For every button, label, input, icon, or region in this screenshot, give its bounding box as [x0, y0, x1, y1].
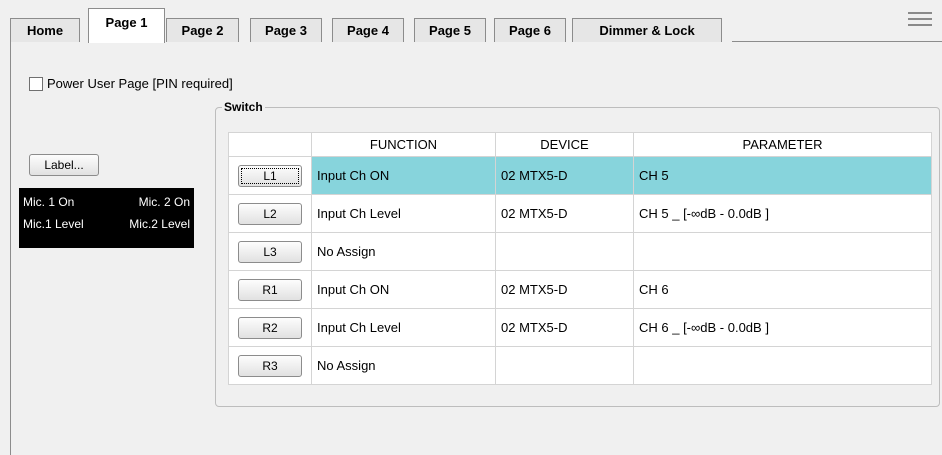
page-panel: Power User Page [PIN required] Label... …: [10, 42, 940, 455]
tab-home[interactable]: Home: [10, 18, 80, 42]
device-cell[interactable]: 02 MTX5-D: [495, 308, 634, 347]
table-header-row: FUNCTION DEVICE PARAMETER: [228, 132, 932, 157]
function-cell[interactable]: Input Ch ON: [311, 270, 496, 309]
power-user-checkbox[interactable]: [29, 76, 43, 91]
parameter-cell[interactable]: CH 6 _ [-∞dB - 0.0dB ]: [633, 308, 932, 347]
switch-group: Switch FUNCTION DEVICE PARAMETER L1 Inpu…: [215, 100, 940, 407]
tab-page-6[interactable]: Page 6: [494, 18, 566, 42]
parameter-cell[interactable]: [633, 232, 932, 271]
table-row[interactable]: L2 Input Ch Level 02 MTX5-D CH 5 _ [-∞dB…: [228, 194, 932, 233]
tab-page-4[interactable]: Page 4: [332, 18, 404, 42]
header-button: [228, 132, 312, 157]
device-cell[interactable]: [495, 232, 634, 271]
parameter-cell[interactable]: [633, 346, 932, 385]
function-cell[interactable]: Input Ch Level: [311, 308, 496, 347]
function-cell[interactable]: Input Ch Level: [311, 194, 496, 233]
table-row[interactable]: R3 No Assign: [228, 346, 932, 385]
switch-button-l3[interactable]: L3: [238, 240, 302, 263]
device-cell[interactable]: [495, 346, 634, 385]
table-row[interactable]: L1 Input Ch ON 02 MTX5-D CH 5: [228, 156, 932, 195]
lcd-preview: Mic. 1 On Mic. 2 On Mic.1 Level Mic.2 Le…: [19, 188, 194, 248]
header-device: DEVICE: [495, 132, 634, 157]
table-row[interactable]: R2 Input Ch Level 02 MTX5-D CH 6 _ [-∞dB…: [228, 308, 932, 347]
tab-page-5[interactable]: Page 5: [414, 18, 486, 42]
lcd-label-bottom-right: Mic.2 Level: [129, 217, 190, 231]
table-row[interactable]: R1 Input Ch ON 02 MTX5-D CH 6: [228, 270, 932, 309]
switch-table: FUNCTION DEVICE PARAMETER L1 Input Ch ON…: [228, 132, 932, 385]
tab-dimmer-lock[interactable]: Dimmer & Lock: [572, 18, 722, 42]
header-parameter: PARAMETER: [633, 132, 932, 157]
switch-button-l2[interactable]: L2: [238, 202, 302, 225]
lcd-label-bottom-left: Mic.1 Level: [23, 217, 84, 231]
switch-group-title: Switch: [224, 100, 263, 114]
device-cell[interactable]: 02 MTX5-D: [495, 270, 634, 309]
device-cell[interactable]: 02 MTX5-D: [495, 194, 634, 233]
tab-page-2[interactable]: Page 2: [166, 18, 239, 42]
lcd-label-top-left: Mic. 1 On: [23, 195, 75, 209]
function-cell[interactable]: No Assign: [311, 346, 496, 385]
parameter-cell[interactable]: CH 5: [633, 156, 932, 195]
switch-button-r1[interactable]: R1: [238, 278, 302, 301]
tab-page-3[interactable]: Page 3: [250, 18, 322, 42]
tab-page-1[interactable]: Page 1: [88, 8, 165, 43]
table-row[interactable]: L3 No Assign: [228, 232, 932, 271]
label-button[interactable]: Label...: [29, 154, 99, 176]
switch-button-r2[interactable]: R2: [238, 316, 302, 339]
header-function: FUNCTION: [311, 132, 496, 157]
parameter-cell[interactable]: CH 5 _ [-∞dB - 0.0dB ]: [633, 194, 932, 233]
parameter-cell[interactable]: CH 6: [633, 270, 932, 309]
function-cell[interactable]: No Assign: [311, 232, 496, 271]
switch-button-l1[interactable]: L1: [238, 164, 302, 187]
power-user-label: Power User Page [PIN required]: [47, 76, 233, 91]
function-cell[interactable]: Input Ch ON: [311, 156, 496, 195]
tab-bar: Home Page 1 Page 2 Page 3 Page 4 Page 5 …: [10, 8, 942, 43]
device-cell[interactable]: 02 MTX5-D: [495, 156, 634, 195]
power-user-option: Power User Page [PIN required]: [29, 76, 233, 91]
switch-button-r3[interactable]: R3: [238, 354, 302, 377]
hamburger-menu-icon[interactable]: [908, 12, 932, 28]
lcd-label-top-right: Mic. 2 On: [138, 195, 190, 209]
